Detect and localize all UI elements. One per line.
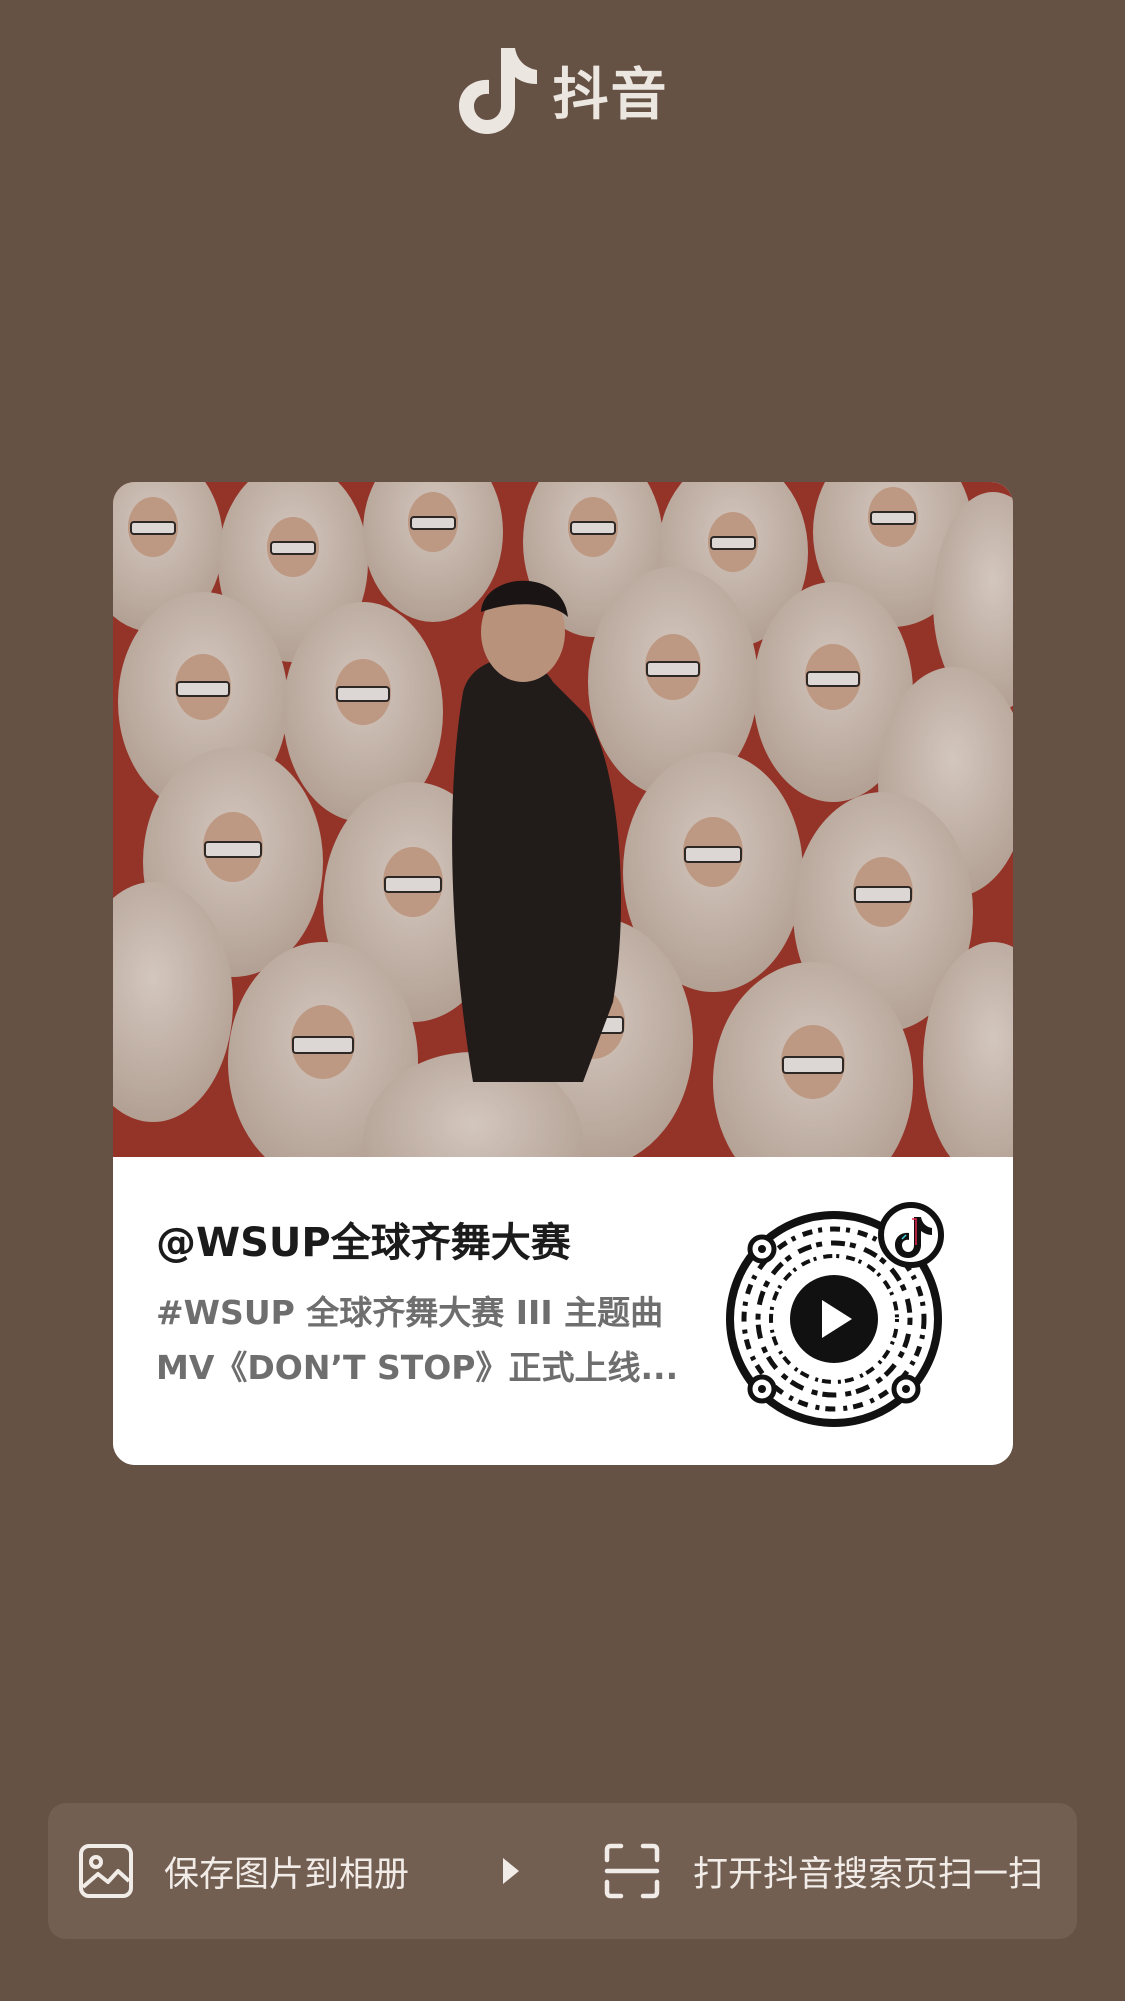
app-name: 抖音	[552, 62, 669, 128]
save-to-album-button[interactable]: 保存图片到相册	[78, 1803, 409, 1939]
douyin-note-icon	[458, 48, 537, 134]
share-card[interactable]: @WSUP全球齐舞大赛 #WSUP 全球齐舞大赛 III 主题曲 MV《DON’…	[113, 482, 1013, 1465]
video-cover-image[interactable]	[113, 482, 1013, 1157]
bottom-action-bar: 保存图片到相册 打开抖音搜索页扫一扫	[48, 1803, 1077, 1939]
description-line-1: #WSUP 全球齐舞大赛 III 主题曲	[156, 1293, 664, 1332]
image-icon	[79, 1844, 133, 1898]
qr-code-with-play-icon[interactable]	[724, 1199, 954, 1429]
play-triangle-icon	[503, 1858, 519, 1884]
open-scan-label: 打开抖音搜索页扫一扫	[693, 1854, 1044, 1895]
scan-frame-icon	[604, 1843, 660, 1899]
douyin-logo: 抖音	[0, 44, 1125, 136]
username[interactable]: @WSUP全球齐舞大赛	[156, 1210, 571, 1268]
open-scan-button[interactable]: 打开抖音搜索页扫一扫	[603, 1803, 1043, 1939]
save-to-album-label: 保存图片到相册	[164, 1854, 410, 1895]
card-info: @WSUP全球齐舞大赛 #WSUP 全球齐舞大赛 III 主题曲 MV《DON’…	[113, 1157, 1013, 1465]
video-description: #WSUP 全球齐舞大赛 III 主题曲 MV《DON’T STOP》正式上线.…	[156, 1285, 696, 1395]
description-line-2: MV《DON’T STOP》正式上线...	[156, 1348, 679, 1387]
